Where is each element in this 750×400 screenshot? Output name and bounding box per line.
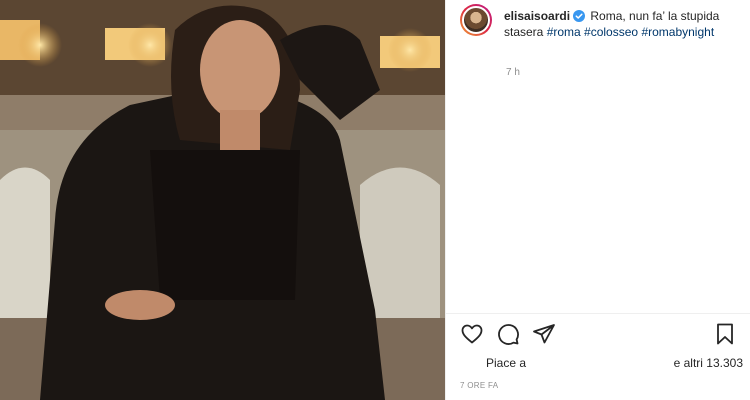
likes-line: Piace a e altri 13.303	[446, 356, 750, 372]
comment-button[interactable]	[496, 322, 520, 346]
verified-badge-icon	[573, 10, 586, 22]
likes-prefix: Piace a	[486, 356, 527, 370]
heart-icon	[461, 324, 483, 344]
photo-illustration	[0, 0, 445, 400]
bookmark-icon	[717, 323, 733, 345]
instagram-post: elisaisoardi Roma, nun fa’ la stupida st…	[0, 0, 750, 400]
paper-plane-icon	[533, 324, 555, 344]
divider	[446, 313, 750, 314]
post-photo[interactable]	[0, 0, 445, 400]
comment-time-ago[interactable]: 7 h	[506, 67, 520, 78]
avatar[interactable]	[460, 4, 492, 36]
likes-count-link[interactable]: e altri 13.303	[674, 356, 743, 370]
username-link[interactable]: elisaisoardi	[504, 9, 570, 23]
save-button[interactable]	[713, 322, 737, 346]
action-bar	[460, 322, 740, 348]
hashtag-roma[interactable]: #roma	[547, 25, 581, 39]
avatar-image	[462, 6, 490, 34]
post-caption: elisaisoardi Roma, nun fa’ la stupida st…	[460, 4, 745, 40]
comment-icon	[498, 324, 519, 345]
post-side-panel: elisaisoardi Roma, nun fa’ la stupida st…	[445, 0, 750, 400]
hashtag-colosseo[interactable]: #colosseo	[584, 25, 638, 39]
post-timestamp[interactable]: 7 ORE FA	[460, 381, 498, 390]
like-button[interactable]	[460, 322, 484, 346]
hashtag-romabynight[interactable]: #romabynight	[641, 25, 714, 39]
caption-text-block: elisaisoardi Roma, nun fa’ la stupida st…	[504, 8, 742, 40]
share-button[interactable]	[532, 322, 556, 346]
